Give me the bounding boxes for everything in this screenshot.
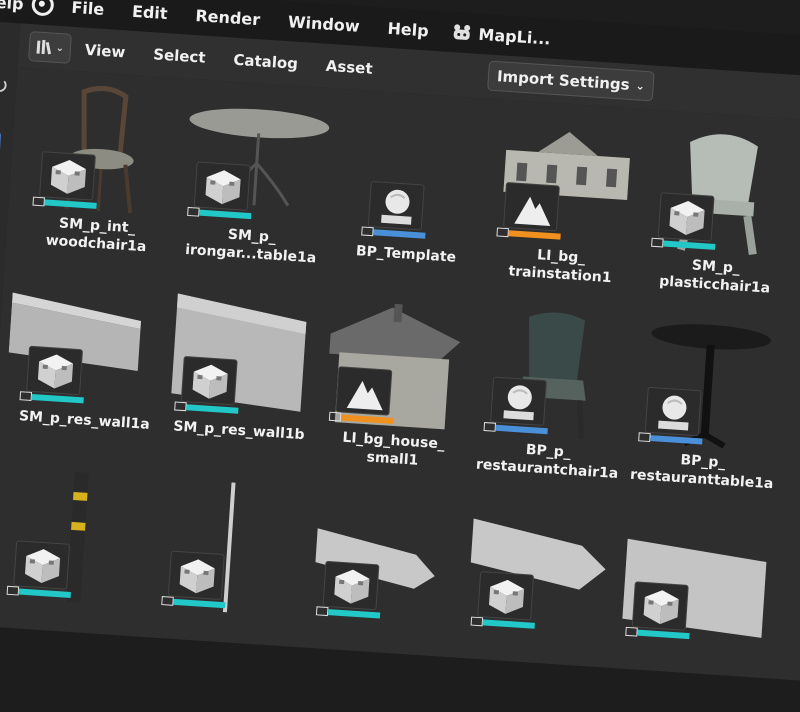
mesh-type-icon xyxy=(631,581,689,631)
import-settings-label: Import Settings xyxy=(496,67,631,94)
asset-mark-icon xyxy=(187,206,200,217)
image-type-icon xyxy=(335,366,393,416)
menu-render[interactable]: Render xyxy=(181,5,275,30)
asset-tile[interactable]: SM_p_ irongar...table1a xyxy=(169,88,341,288)
asset-grid: SM_p_int_ woodchair1a SM_p_ irongar...table… xyxy=(0,67,800,682)
plugin-menu-mapli[interactable]: MapLi... xyxy=(478,24,565,49)
asset-mark-icon xyxy=(161,596,174,606)
asset-mark-icon xyxy=(174,401,187,412)
menu-edit[interactable]: Edit xyxy=(118,0,183,23)
asset-tile[interactable] xyxy=(452,498,624,698)
chevron-down-icon: ⌄ xyxy=(55,42,65,54)
asset-library-selector[interactable]: ⌄ xyxy=(28,31,72,64)
image-type-icon xyxy=(503,181,560,232)
cow-plugin-icon xyxy=(453,24,470,40)
asset-tile[interactable] xyxy=(607,508,779,708)
asset-tile[interactable]: SM_p_ plasticchair1a xyxy=(633,119,800,319)
asset-mark-icon xyxy=(651,237,664,248)
chevron-down-icon: ⌄ xyxy=(635,78,646,93)
blender-logo-icon[interactable] xyxy=(30,0,55,17)
asset-tile[interactable] xyxy=(143,477,315,677)
import-settings-dropdown[interactable]: Import Settings ⌄ xyxy=(487,60,655,102)
asset-mark-icon xyxy=(328,411,342,422)
toolbar-view[interactable]: View xyxy=(70,40,140,63)
asset-tile[interactable]: BP_p_ restauranttable1a xyxy=(620,314,792,514)
asset-mark-icon xyxy=(625,626,638,637)
asset-mark-icon xyxy=(361,226,374,237)
asset-tile[interactable]: SM_p_int_ woodchair1a xyxy=(14,78,186,278)
asset-name-line2 xyxy=(300,639,460,650)
refresh-icon[interactable]: ↻ xyxy=(0,74,10,100)
asset-tile[interactable] xyxy=(298,488,470,688)
mesh-type-icon xyxy=(39,151,96,201)
asset-tile[interactable]: SM_p_res_wall1a xyxy=(1,273,173,473)
asset-mark-icon xyxy=(32,196,46,207)
asset-tile[interactable]: SM_p_res_wall1b xyxy=(156,283,328,483)
asset-name-line2 xyxy=(146,629,306,640)
asset-mark-icon xyxy=(19,391,33,401)
asset-name-line2 xyxy=(0,619,151,630)
toolbar-select[interactable]: Select xyxy=(139,44,220,67)
asset-mark-icon xyxy=(496,227,509,238)
mesh-type-icon xyxy=(322,560,380,611)
asset-tile[interactable]: LI_bg_ trainstation1 xyxy=(478,109,650,309)
asset-mark-icon xyxy=(483,422,497,432)
asset-mark-icon xyxy=(315,606,329,617)
asset-name-line1: BP_Template xyxy=(355,243,457,266)
asset-name-line2 xyxy=(610,660,770,671)
asset-mark-icon xyxy=(638,432,651,443)
blueprint-type-icon xyxy=(367,180,425,231)
mesh-type-icon xyxy=(167,550,225,601)
mesh-type-icon xyxy=(477,571,535,621)
toolbar-asset[interactable]: Asset xyxy=(311,56,387,79)
mesh-type-icon xyxy=(193,161,251,211)
asset-tile[interactable]: LI_bg_house_ small1 xyxy=(311,293,483,493)
asset-mark-icon xyxy=(6,585,20,596)
asset-tile[interactable]: BP_p_ restaurantchair1a xyxy=(465,303,637,503)
menu-file[interactable]: File xyxy=(57,0,119,19)
toolbar-catalog[interactable]: Catalog xyxy=(219,50,313,74)
blueprint-type-icon xyxy=(490,376,548,426)
active-side-tab[interactable] xyxy=(0,131,2,169)
menu-help[interactable]: Help xyxy=(373,17,443,41)
asset-tile[interactable] xyxy=(0,467,161,667)
menu-window[interactable]: Window xyxy=(273,11,374,37)
blueprint-type-icon xyxy=(644,386,702,437)
mesh-type-icon xyxy=(13,540,71,590)
asset-mark-icon xyxy=(470,616,484,627)
asset-browser-window: elp File Edit Render Window Help MapLi..… xyxy=(0,0,800,682)
mesh-type-icon xyxy=(180,355,238,406)
asset-name-line2 xyxy=(455,650,615,661)
mesh-type-icon xyxy=(26,345,84,396)
library-books-icon xyxy=(36,39,51,55)
app-menu-fragment[interactable]: elp xyxy=(0,0,32,14)
mesh-type-icon xyxy=(657,192,715,242)
asset-tile[interactable]: BP_Template xyxy=(324,98,496,298)
